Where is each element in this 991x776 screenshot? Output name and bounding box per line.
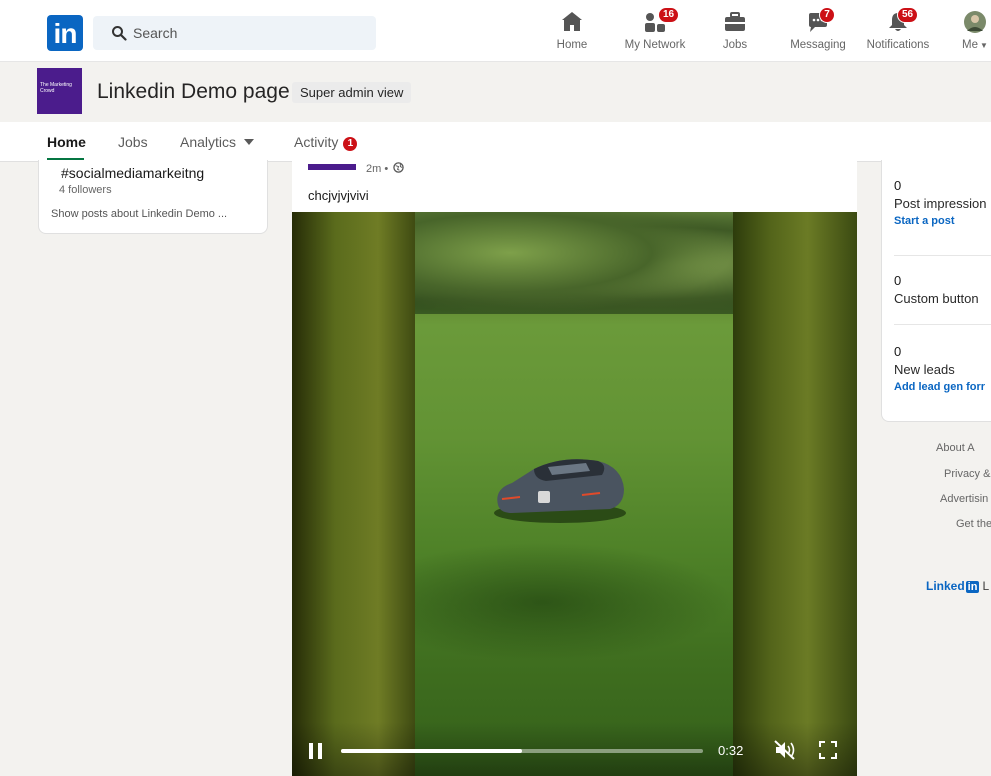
- nav-jobs-label: Jobs: [722, 39, 748, 51]
- video-player[interactable]: 0:32: [292, 212, 857, 776]
- start-post-link[interactable]: Start a post: [894, 215, 986, 227]
- video-frame: [415, 212, 733, 776]
- messaging-badge: 7: [819, 7, 835, 23]
- nav-messaging-label: Messaging: [790, 39, 846, 51]
- page-logo: The Marketing Crowd: [37, 68, 82, 114]
- notifications-badge: 56: [897, 7, 919, 23]
- stat-value: 0: [894, 344, 902, 359]
- add-lead-gen-link[interactable]: Add lead gen forr: [894, 381, 985, 393]
- followers-count: 4 followers: [59, 184, 112, 196]
- globe-icon: [393, 162, 404, 173]
- post-text: chcjvjvjvivi: [308, 188, 369, 203]
- post-time-text: 2m •: [366, 163, 389, 175]
- author-name[interactable]: [308, 164, 356, 170]
- stat-custom-button: 0 Custom button: [894, 273, 979, 306]
- linkedin-mini-logo: in: [965, 581, 980, 593]
- stat-post-impressions: 0 Post impression Start a post: [894, 178, 986, 227]
- pause-icon[interactable]: [308, 742, 324, 760]
- stat-new-leads: 0 New leads Add lead gen forr: [894, 344, 985, 393]
- video-progress-bar[interactable]: [341, 749, 703, 753]
- stat-value: 0: [894, 178, 902, 193]
- stat-label: Post impression: [894, 196, 987, 211]
- analytics-card: 0 Post impression Start a post 0 Custom …: [881, 160, 991, 422]
- hashtag-link[interactable]: #socialmediamarkeitng: [61, 165, 204, 181]
- video-controls: 0:32: [292, 722, 857, 776]
- tab-home[interactable]: Home: [47, 134, 86, 150]
- nav-my-network-label: My Network: [624, 39, 686, 51]
- linkedin-logo[interactable]: in: [47, 15, 83, 51]
- post-card: 2m • chcjvjvjvivi 0:32: [292, 160, 857, 776]
- top-nav: in Home 16 My Network Jobs: [0, 0, 991, 62]
- nav-messaging[interactable]: 7 Messaging: [787, 7, 849, 56]
- footer-brand-rest: L: [982, 579, 990, 593]
- footer-link-get-app[interactable]: Get the: [956, 518, 991, 530]
- video-time: 0:32: [718, 743, 744, 758]
- divider: [894, 255, 991, 256]
- nav-me[interactable]: Me ▼: [958, 10, 991, 56]
- footer-link-advertising[interactable]: Advertisin: [940, 493, 988, 505]
- nav-notifications-label: Notifications: [866, 39, 930, 51]
- divider: [894, 324, 991, 325]
- mute-icon[interactable]: [774, 740, 796, 760]
- home-icon: [562, 12, 582, 31]
- tab-analytics[interactable]: Analytics: [180, 134, 255, 150]
- stat-label: New leads: [894, 362, 955, 377]
- video-blur-right: [733, 212, 857, 776]
- footer-brand: Linked in L: [926, 579, 989, 593]
- footer-brand-word: Linked: [926, 579, 965, 593]
- tab-analytics-label: Analytics: [180, 134, 237, 150]
- nav-home[interactable]: Home: [552, 10, 592, 56]
- network-badge: 16: [658, 7, 680, 23]
- footer-link-about[interactable]: About A: [936, 442, 975, 454]
- jobs-icon: [725, 12, 745, 31]
- video-progress-fill: [341, 749, 522, 753]
- avatar: [964, 11, 986, 33]
- nav-home-label: Home: [556, 39, 588, 51]
- search-box[interactable]: [93, 16, 376, 50]
- tab-activity[interactable]: Activity 1: [294, 134, 358, 151]
- search-icon: [112, 26, 127, 41]
- footer-link-privacy[interactable]: Privacy &: [944, 468, 990, 480]
- page-title: Linkedin Demo page: [97, 80, 290, 103]
- nav-my-network[interactable]: 16 My Network: [617, 7, 693, 56]
- stat-label: Custom button: [894, 291, 979, 306]
- stat-value: 0: [894, 273, 902, 288]
- nav-jobs[interactable]: Jobs: [718, 10, 752, 56]
- nav-me-label: Me: [962, 39, 979, 51]
- robot-mower: [494, 459, 626, 523]
- fullscreen-icon[interactable]: [819, 741, 837, 759]
- hashtag-card: #socialmediamarkeitng 4 followers Show p…: [38, 160, 268, 234]
- tab-jobs[interactable]: Jobs: [118, 134, 148, 150]
- chevron-down-icon: ▼: [980, 41, 988, 50]
- post-time: 2m •: [366, 162, 404, 175]
- show-posts-link[interactable]: Show posts about Linkedin Demo ...: [51, 208, 227, 220]
- caret-down-icon: [244, 139, 255, 145]
- trees: [415, 212, 733, 314]
- page-tabs: Home Jobs Analytics Activity 1: [0, 122, 991, 162]
- view-badge[interactable]: Super admin view: [292, 82, 412, 103]
- activity-badge: 1: [343, 137, 358, 151]
- nav-notifications[interactable]: 56 Notifications: [862, 7, 934, 56]
- video-blur-left: [292, 212, 415, 776]
- lawn-shadow: [415, 542, 733, 662]
- tab-activity-label: Activity: [294, 134, 339, 150]
- search-input[interactable]: [133, 16, 363, 50]
